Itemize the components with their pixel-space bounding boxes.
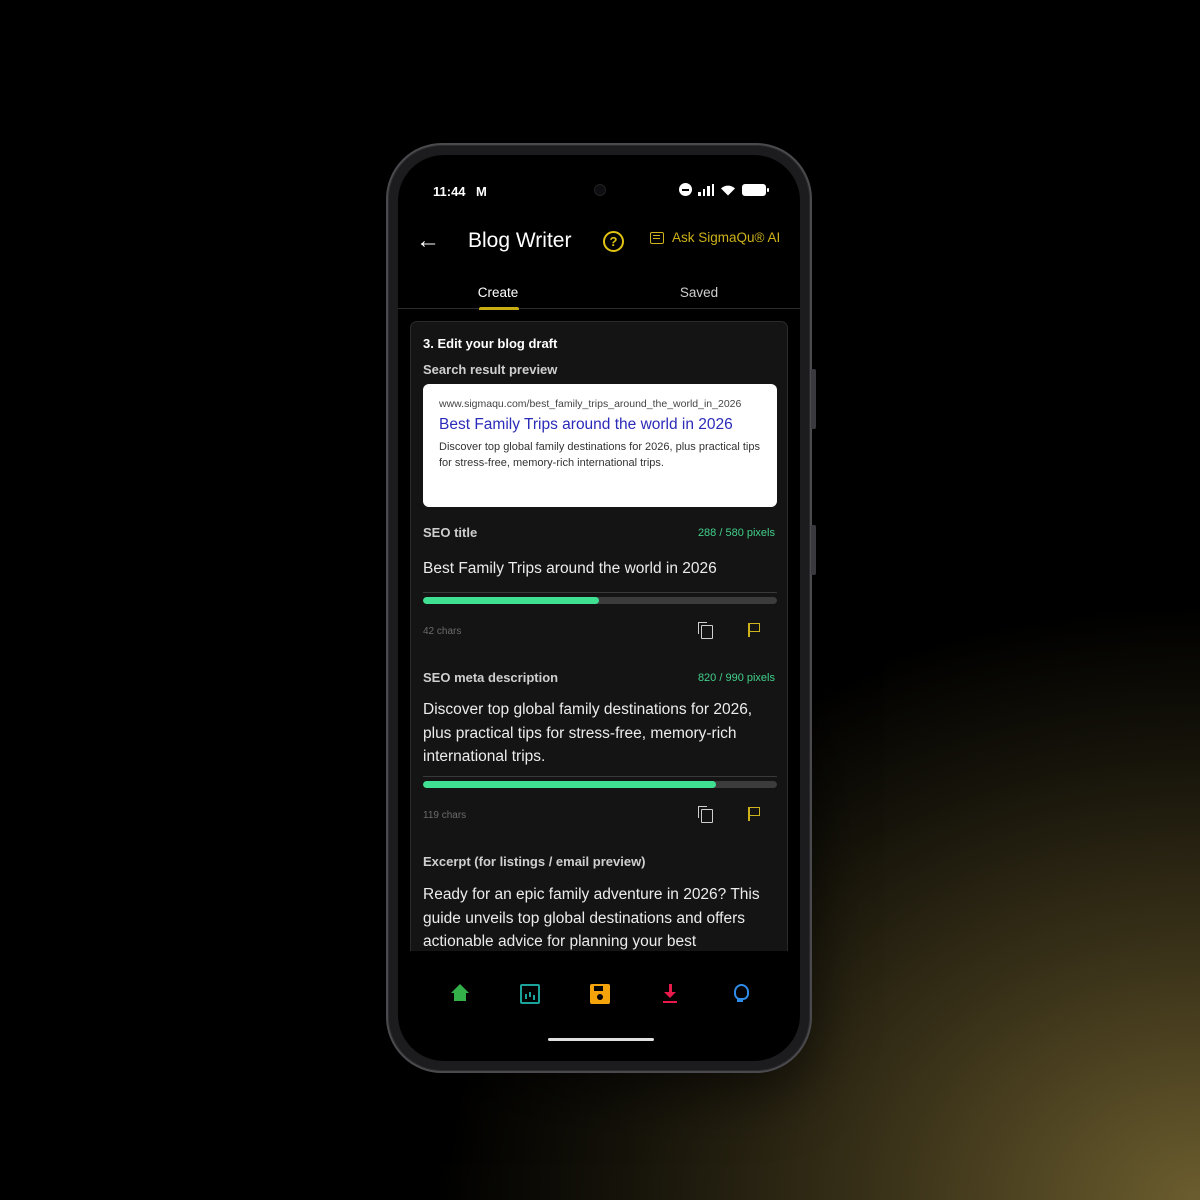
help-icon[interactable]: ? [603,231,624,252]
card-heading: 3. Edit your blog draft [423,336,558,351]
preview-description: Discover top global family destinations … [439,441,760,469]
seo-meta-label: SEO meta description [423,670,559,685]
wifi-icon [721,185,735,195]
seo-meta-progress-fill [423,781,717,788]
signal-icon [698,183,714,196]
seo-title-progress-fill [423,597,599,604]
preview-title: Best Family Trips around the world in 20… [439,416,733,433]
home-indicator[interactable] [548,1038,654,1041]
tab-indicator [479,307,519,310]
draft-card: 3. Edit your blog draft Search result pr… [410,321,788,951]
back-arrow-icon[interactable]: ← [416,227,440,255]
battery-icon [742,183,769,196]
tab-bar: Create Saved [398,275,800,310]
seo-meta-pixels: 820 / 990 pixels [697,672,775,684]
front-camera [594,184,606,196]
flag-icon[interactable] [748,623,760,637]
preview-url: www.sigmaqu.com/best_family_trips_around… [439,398,742,410]
status-time: 11:44 [433,184,466,199]
download-base [663,1001,677,1003]
seo-title-chars: 42 chars [423,626,462,637]
seo-title-field[interactable]: Best Family Trips around the world in 20… [423,557,777,581]
seo-meta-field[interactable]: Discover top global family destinations … [423,698,777,769]
home-icon[interactable] [450,984,470,1004]
volume-button [811,369,816,429]
scroll-content[interactable]: 3. Edit your blog draft Search result pr… [410,321,790,951]
bottom-nav [398,973,800,1033]
excerpt-field[interactable]: Ready for an epic family adventure in 20… [423,883,777,951]
seo-title-progress [423,597,777,604]
search-preview: www.sigmaqu.com/best_family_trips_around… [423,384,777,507]
excerpt-label: Excerpt (for listings / email preview) [423,854,646,869]
flag-icon[interactable] [748,807,760,821]
chart-icon[interactable] [520,984,540,1004]
ask-ai-button[interactable]: Ask SigmaQu® AI [650,230,780,245]
power-button [811,525,816,575]
ask-ai-label: Ask SigmaQu® AI [672,230,781,245]
preview-label: Search result preview [423,362,558,377]
seo-title-pixels: 288 / 580 pixels [697,527,775,539]
download-icon[interactable] [660,984,680,1004]
tab-saved[interactable]: Saved [599,285,799,300]
screen: 11:44 M ← Blog Writer ? Ask SigmaQu® AI [398,155,800,1061]
do-not-disturb-icon [679,183,692,196]
status-bar: 11:44 M [398,155,800,215]
page-title: Blog Writer [468,229,572,252]
chat-icon [650,231,664,244]
phone-frame: 11:44 M ← Blog Writer ? Ask SigmaQu® AI [386,143,816,1073]
seo-meta-chars: 119 chars [423,810,467,821]
save-icon[interactable] [590,984,610,1004]
seo-title-label: SEO title [423,525,478,540]
app-bar: ← Blog Writer ? Ask SigmaQu® AI [398,217,800,267]
status-icons [679,183,769,196]
copy-icon[interactable] [698,806,713,823]
seo-meta-underline [423,776,777,777]
copy-icon[interactable] [698,622,713,639]
seo-title-underline [423,592,777,593]
seo-meta-progress [423,781,777,788]
mail-icon: M [476,184,487,199]
bulb-icon[interactable] [730,984,750,1004]
tab-create[interactable]: Create [398,285,598,300]
